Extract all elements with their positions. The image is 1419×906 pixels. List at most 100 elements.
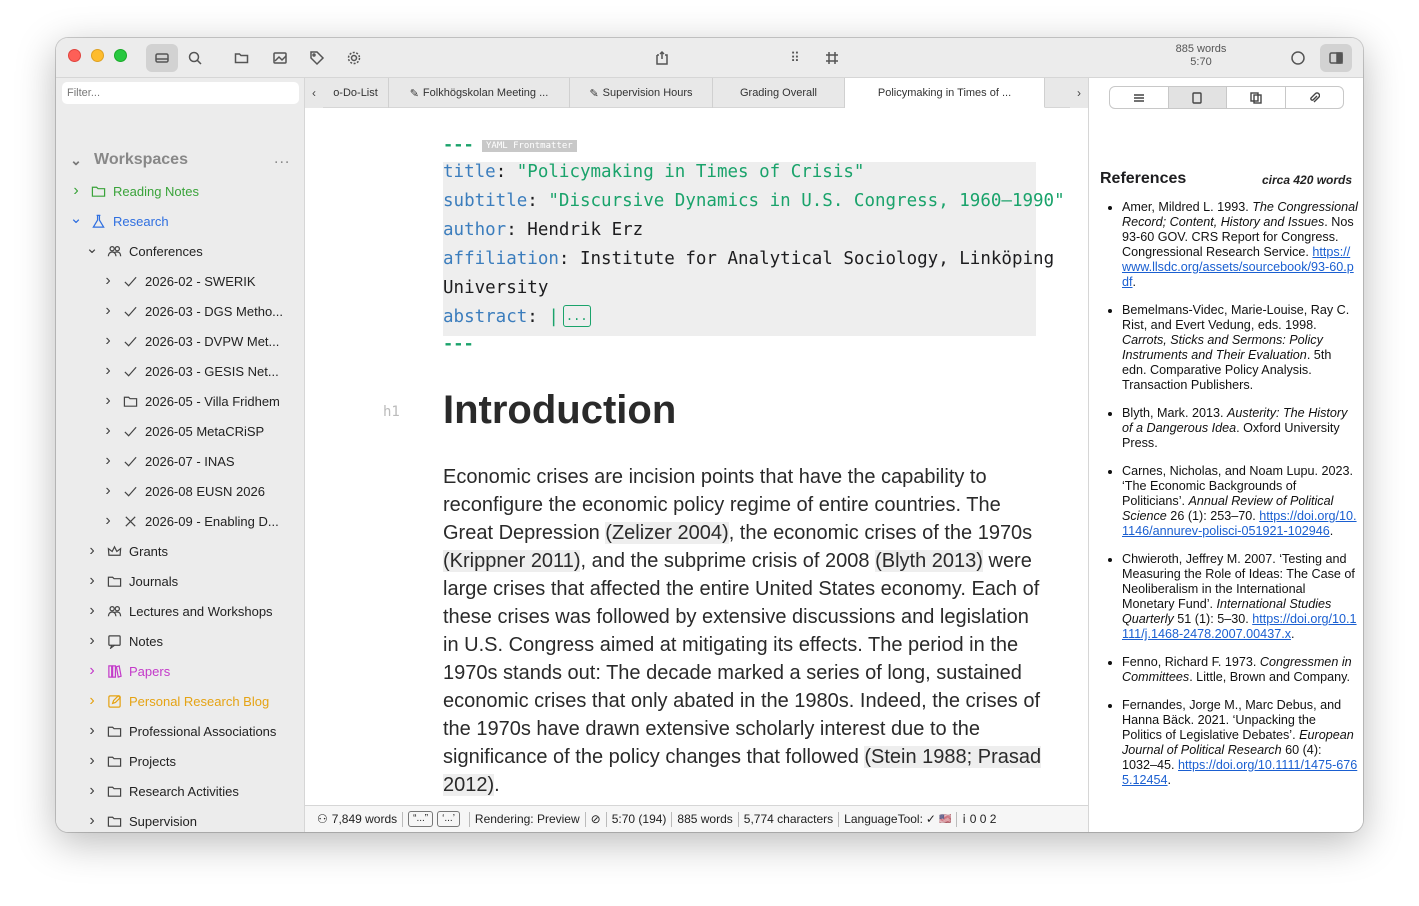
chevron-down-icon[interactable]: ⌄: [70, 209, 83, 227]
toggle-sidebar-button[interactable]: [146, 44, 178, 72]
single-quotes-button[interactable]: ‘...’: [437, 811, 460, 827]
chevron-down-icon[interactable]: ⌄: [86, 239, 99, 257]
chevron-right-icon[interactable]: ›: [102, 512, 114, 530]
reference-text: .: [1132, 275, 1137, 289]
check-icon: [122, 453, 138, 469]
close-window-button[interactable]: [68, 49, 81, 62]
sidebar-item-journals[interactable]: › Journals: [86, 570, 178, 592]
tab-folkhogskolan-meeting[interactable]: ✎ Folkhögskolan Meeting ...: [389, 78, 570, 108]
chevron-right-icon[interactable]: ›: [86, 722, 98, 740]
check-icon: [122, 423, 138, 439]
cursor-position-text: 5:70: [1190, 56, 1212, 68]
tags-button[interactable]: [301, 44, 333, 72]
workspaces-header[interactable]: ⌄ Workspaces: [70, 151, 188, 169]
tab-policymaking[interactable]: Policymaking in Times of ...: [845, 78, 1045, 108]
minimize-window-button[interactable]: [91, 49, 104, 62]
sidebar-item-2026-02-swerik[interactable]: › 2026-02 - SWERIK: [102, 270, 255, 292]
sidebar-item-2026-08-eusn-2026[interactable]: › 2026-08 EUSN 2026: [102, 480, 265, 502]
drag-handle-icon[interactable]: ⠿: [779, 44, 811, 72]
fold-widget[interactable]: ...: [562, 305, 591, 327]
open-folder-button[interactable]: [226, 44, 258, 72]
attachments-tab-button[interactable]: [1286, 87, 1344, 108]
sidebar-item-lectures-and-workshops[interactable]: › Lectures and Workshops: [86, 600, 272, 622]
sidebar-item-2026-03-dgs-metho[interactable]: › 2026-03 - DGS Metho...: [102, 300, 283, 322]
sidebar-item-notes[interactable]: › Notes: [86, 630, 163, 652]
reference-text: Amer, Mildred L. 1993.: [1122, 200, 1253, 214]
languagetool-label[interactable]: LanguageTool:: [844, 812, 923, 826]
citation[interactable]: (Zelizer 2004): [605, 522, 729, 544]
references-tab-button[interactable]: [1168, 87, 1227, 108]
sidebar-item-professional-associations[interactable]: › Professional Associations: [86, 720, 276, 742]
sidebar-item-supervision[interactable]: › Supervision: [86, 810, 197, 832]
chevron-right-icon[interactable]: ›: [86, 752, 98, 770]
chevron-right-icon[interactable]: ›: [102, 452, 114, 470]
chevron-right-icon[interactable]: ›: [86, 782, 98, 800]
frontmatter-close-marker: ---: [443, 334, 474, 354]
related-files-tab-button[interactable]: [1227, 87, 1286, 108]
chevron-right-icon[interactable]: ›: [86, 542, 98, 560]
filter-input[interactable]: Filter...: [62, 82, 299, 104]
sidebar-item-2026-09-enabling-d[interactable]: › 2026-09 - Enabling D...: [102, 510, 278, 532]
chevron-right-icon[interactable]: ›: [70, 182, 82, 200]
sidebar-item-2026-03-dvpw-met[interactable]: › 2026-03 - DVPW Met...: [102, 330, 279, 352]
lint-counts[interactable]: 0 0 2: [970, 812, 997, 826]
sidebar-item-2026-05-metacrisp[interactable]: › 2026-05 MetaCRiSP: [102, 420, 264, 442]
toggle-sidebar-right-button[interactable]: [1320, 44, 1352, 72]
chevron-right-icon[interactable]: ›: [102, 332, 114, 350]
tab-todo-list[interactable]: o-Do-List: [323, 78, 389, 108]
tabs-scroll-left-button[interactable]: ‹: [305, 78, 323, 108]
zoom-window-button[interactable]: [114, 49, 127, 62]
chevron-right-icon[interactable]: ›: [102, 422, 114, 440]
tag-icon: [310, 51, 325, 66]
sidebar-item-reading-notes[interactable]: › Reading Notes: [70, 180, 199, 202]
divider: [468, 811, 470, 827]
sidebar-item-research-activities[interactable]: › Research Activities: [86, 780, 239, 802]
sidebar-item-2026-05-villa-fridhem[interactable]: › 2026-05 - Villa Fridhem: [102, 390, 280, 412]
sidebar-item-conferences[interactable]: ⌄ Conferences: [86, 240, 203, 262]
chevron-right-icon[interactable]: ›: [86, 632, 98, 650]
chevron-right-icon[interactable]: ›: [86, 692, 98, 710]
table-editor-button[interactable]: [816, 44, 848, 72]
tab-supervision-hours[interactable]: ✎ Supervision Hours: [570, 78, 713, 108]
eye-slash-icon[interactable]: ⊘: [591, 812, 601, 826]
settings-button[interactable]: [338, 44, 370, 72]
sidebar-item-label: Supervision: [129, 813, 197, 829]
reference-entry: Chwieroth, Jeffrey M. 2007. ‘Testing and…: [1122, 552, 1358, 642]
citation[interactable]: (Blyth 2013): [875, 550, 983, 572]
check-icon: [122, 483, 138, 499]
sidebar-item-2026-03-gesis-net[interactable]: › 2026-03 - GESIS Net...: [102, 360, 278, 382]
sidebar-item-papers[interactable]: › Papers: [86, 660, 170, 682]
chevron-right-icon[interactable]: ›: [102, 362, 114, 380]
sidebar-item-personal-research-blog[interactable]: › Personal Research Blog: [86, 690, 269, 712]
sidebar-item-2026-07-inas[interactable]: › 2026-07 - INAS: [102, 450, 234, 472]
chevron-right-icon[interactable]: ›: [102, 482, 114, 500]
editor-pane[interactable]: --- YAML Frontmatter title: "Policymakin…: [305, 108, 1088, 805]
search-button[interactable]: [179, 44, 211, 72]
workspaces-menu-button[interactable]: ...: [274, 150, 290, 168]
tabs-scroll-right-button[interactable]: ›: [1070, 78, 1088, 108]
check-icon: [122, 363, 138, 379]
references-title: References: [1100, 170, 1187, 187]
assets-button[interactable]: [264, 44, 296, 72]
pomodoro-button[interactable]: [1282, 44, 1314, 72]
chevron-right-icon[interactable]: ›: [102, 392, 114, 410]
chevron-right-icon[interactable]: ›: [86, 662, 98, 680]
sidebar-item-grants[interactable]: › Grants: [86, 540, 168, 562]
double-quotes-button[interactable]: “...”: [408, 811, 434, 827]
yaml-abstract-line: abstract: |...: [443, 303, 591, 332]
chevron-right-icon[interactable]: ›: [86, 602, 98, 620]
toc-tab-button[interactable]: [1110, 87, 1169, 108]
rendering-mode[interactable]: Rendering: Preview: [475, 812, 580, 826]
chevron-right-icon[interactable]: ›: [86, 812, 98, 830]
chevron-right-icon[interactable]: ›: [102, 272, 114, 290]
sidebar-item-research[interactable]: ⌄ Research: [70, 210, 169, 232]
export-button[interactable]: [646, 44, 678, 72]
grid-icon: [826, 52, 838, 64]
sidebar-item-projects[interactable]: › Projects: [86, 750, 176, 772]
sidebar-item-label: Notes: [129, 633, 163, 649]
tab-grading-overall[interactable]: Grading Overall: [713, 78, 845, 108]
citation[interactable]: (Krippner 2011): [443, 550, 581, 572]
check-icon: [122, 333, 138, 349]
chevron-right-icon[interactable]: ›: [102, 302, 114, 320]
chevron-right-icon[interactable]: ›: [86, 572, 98, 590]
